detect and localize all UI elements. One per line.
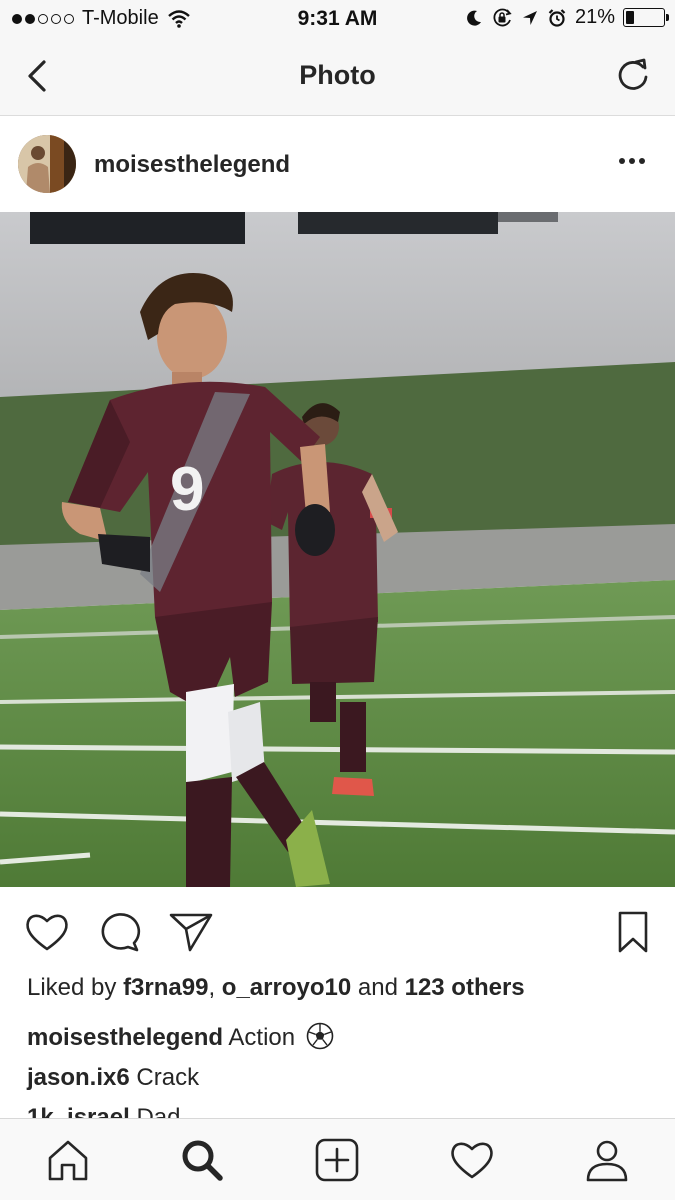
post-username[interactable]: moisesthelegend [94, 151, 290, 179]
liker-link[interactable]: f3rna99 [123, 974, 208, 1001]
avatar-image [18, 135, 76, 193]
navigation-bar: Photo [0, 38, 675, 116]
battery-fill [626, 11, 634, 24]
ellipsis-icon[interactable] [619, 151, 649, 171]
battery-percent: 21% [574, 6, 615, 28]
search-icon[interactable] [179, 1137, 225, 1183]
comment-username[interactable]: jason.ix6 [27, 1064, 130, 1091]
likes-prefix: Liked by [27, 974, 117, 1001]
add-post-icon[interactable] [314, 1137, 360, 1183]
post-header: moisesthelegend [0, 117, 675, 212]
likes-separator: , [208, 974, 216, 1001]
battery-icon [623, 8, 669, 27]
moon-icon [467, 10, 481, 26]
liker-link[interactable]: o_arroyo10 [222, 974, 351, 1001]
status-right: 21% [465, 6, 669, 29]
comment-icon[interactable] [96, 909, 142, 955]
likes-count-link[interactable]: 123 others [405, 974, 525, 1001]
page-title: Photo [299, 60, 376, 90]
comment-text: Crack [136, 1064, 200, 1091]
status-bar: T-Mobile 9:31 AM 21% [0, 0, 675, 38]
orientation-lock-icon [493, 8, 512, 26]
refresh-icon[interactable] [613, 55, 653, 95]
avatar[interactable] [18, 135, 76, 193]
activity-heart-icon[interactable] [449, 1137, 495, 1183]
send-icon[interactable] [168, 909, 214, 955]
alarm-icon [548, 8, 566, 27]
jersey-number: 9 [170, 455, 204, 524]
home-icon[interactable] [45, 1137, 91, 1183]
comment: jason.ix6 Crack [27, 1064, 199, 1092]
likes-summary: Liked by f3rna99, o_arroyo10 and 123 oth… [27, 974, 525, 1002]
post-photo[interactable]: 9 [0, 212, 675, 887]
heart-icon[interactable] [24, 909, 70, 955]
location-icon [522, 10, 537, 25]
profile-icon[interactable] [584, 1137, 630, 1183]
caption: moisesthelegend Action [27, 1022, 334, 1052]
tab-bar [0, 1118, 675, 1200]
caption-text: Action [228, 1024, 296, 1051]
soccer-photo: 9 [0, 212, 675, 887]
likes-and: and [357, 974, 398, 1001]
post-actions [0, 887, 675, 972]
soccer-ball-icon [306, 1022, 334, 1050]
bookmark-icon[interactable] [610, 909, 656, 955]
caption-username[interactable]: moisesthelegend [27, 1024, 223, 1051]
